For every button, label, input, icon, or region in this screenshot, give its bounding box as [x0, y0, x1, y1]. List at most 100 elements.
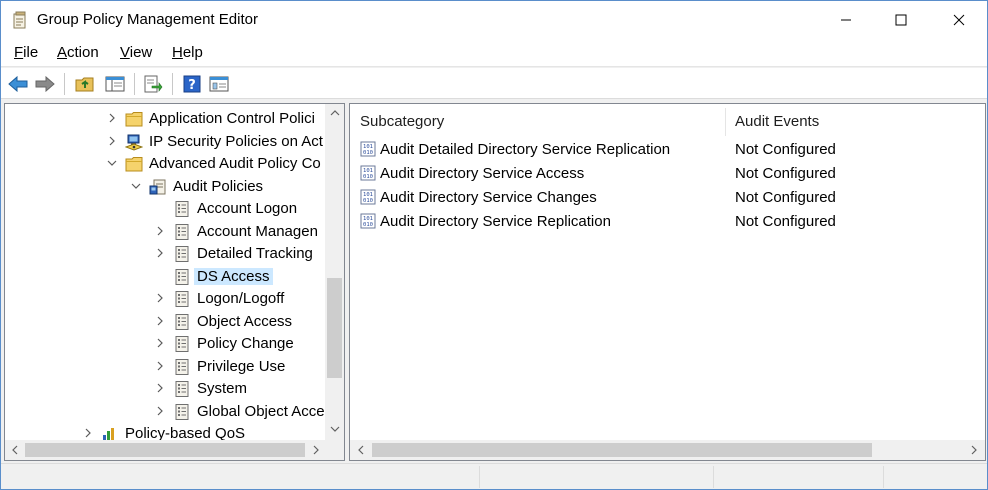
audit-events-value: Not Configured	[735, 165, 836, 182]
chevron-right-icon[interactable]	[153, 291, 167, 305]
minimize-button[interactable]	[823, 1, 869, 39]
help-button[interactable]: ?	[181, 73, 203, 95]
tree-vertical-scroll-thumb[interactable]	[327, 278, 342, 378]
toolbar-separator	[172, 73, 173, 95]
column-header-subcategory[interactable]: Subcategory	[360, 113, 444, 130]
tree-item-label: System	[197, 380, 248, 397]
tree-item[interactable]: Application Control Polici	[5, 108, 325, 130]
maximize-icon	[895, 14, 907, 26]
toolbar-separator	[64, 73, 65, 95]
policy-icon	[173, 313, 191, 331]
tree-item[interactable]: Privilege Use	[5, 356, 325, 378]
tree-item[interactable]: Advanced Audit Policy Co	[5, 153, 325, 175]
status-cell	[883, 466, 987, 488]
list-item[interactable]: 101 010 Audit Directory Service Replicatio…	[350, 210, 985, 234]
tree-vertical-scrollbar[interactable]	[325, 104, 344, 440]
chevron-up-icon	[330, 110, 340, 116]
menu-view[interactable]: View	[120, 44, 152, 61]
tree-item-label: Logon/Logoff	[197, 290, 285, 307]
scroll-right-button[interactable]	[965, 441, 983, 459]
tree-item[interactable]: Detailed Tracking	[5, 243, 325, 265]
subcategory-name: Audit Detailed Directory Service Replica…	[380, 141, 671, 158]
column-header-audit-events[interactable]: Audit Events	[735, 113, 819, 130]
tree-item[interactable]: Account Logon	[5, 198, 325, 220]
tree-item[interactable]: IP Security Policies on Act	[5, 131, 325, 153]
chevron-down-icon[interactable]	[129, 179, 143, 193]
tree-item[interactable]: Global Object Acce	[5, 401, 325, 423]
folder-icon	[125, 110, 143, 128]
folder-up-icon	[75, 77, 94, 92]
tree-item[interactable]: Policy Change	[5, 333, 325, 355]
title-bar[interactable]: Group Policy Management Editor	[1, 1, 987, 39]
chevron-right-icon[interactable]	[153, 381, 167, 395]
status-cell	[479, 466, 713, 488]
ip-security-icon	[124, 133, 144, 151]
list-horizontal-scroll-thumb[interactable]	[372, 443, 872, 457]
tree-item[interactable]: Logon/Logoff	[5, 288, 325, 310]
menu-help[interactable]: Help	[172, 44, 203, 61]
column-divider[interactable]	[725, 108, 726, 136]
list-item[interactable]: 101 010 Audit Directory Service Access Not …	[350, 162, 985, 186]
tree-horizontal-scrollbar[interactable]	[5, 440, 344, 460]
policy-icon	[173, 335, 191, 353]
details-pane[interactable]: Subcategory Audit Events 101 010 Audit Det…	[349, 103, 986, 461]
policy-icon	[173, 223, 191, 241]
scroll-up-button[interactable]	[326, 104, 344, 122]
up-level-button[interactable]	[74, 73, 96, 95]
chevron-down-icon[interactable]	[105, 156, 119, 170]
svg-text:010: 010	[363, 222, 373, 228]
tree-item-label: Application Control Polici	[149, 110, 315, 127]
policy-icon	[173, 290, 191, 308]
scroll-left-button[interactable]	[6, 441, 24, 459]
audit-setting-icon: 101 010	[360, 165, 376, 181]
tree-item-label: Account Logon	[197, 200, 298, 217]
toolbar-separator	[134, 73, 135, 95]
chevron-right-icon[interactable]	[153, 314, 167, 328]
tree-item[interactable]: Object Access	[5, 311, 325, 333]
tree-item[interactable]: Audit Policies	[5, 176, 325, 198]
chevron-right-icon[interactable]	[105, 111, 119, 125]
list-item[interactable]: 101 010 Audit Directory Service Changes Not…	[350, 186, 985, 210]
tree-item[interactable]: System	[5, 378, 325, 400]
policy-icon	[173, 403, 191, 421]
show-hide-console-tree-button[interactable]	[104, 73, 126, 95]
list-horizontal-scrollbar[interactable]	[350, 440, 985, 460]
chevron-right-icon	[313, 445, 319, 455]
chevron-right-icon[interactable]	[153, 224, 167, 238]
audit-setting-icon: 101 010	[360, 213, 376, 229]
forward-button[interactable]	[34, 73, 56, 95]
chevron-right-icon[interactable]	[153, 404, 167, 418]
properties-button[interactable]	[208, 73, 230, 95]
chevron-right-icon[interactable]	[153, 336, 167, 350]
console-tree-pane[interactable]: Application Control Polici IP Security Po…	[4, 103, 345, 461]
close-button[interactable]	[936, 1, 982, 39]
properties-icon	[209, 76, 229, 92]
minimize-icon	[841, 19, 851, 21]
export-list-icon	[144, 75, 163, 93]
tree-item-label: Detailed Tracking	[197, 245, 313, 262]
policy-icon	[173, 245, 191, 263]
scroll-left-button[interactable]	[352, 441, 370, 459]
audit-events-value: Not Configured	[735, 189, 836, 206]
chevron-right-icon[interactable]	[153, 359, 167, 373]
menu-view-accelerator: V	[120, 44, 130, 61]
chevron-right-icon[interactable]	[81, 426, 95, 440]
chevron-left-icon	[358, 445, 364, 455]
menu-file[interactable]: File	[14, 44, 38, 61]
back-button[interactable]	[7, 73, 29, 95]
export-list-button[interactable]	[142, 73, 164, 95]
tree-item-label: Global Object Acce	[197, 402, 325, 420]
chevron-right-icon[interactable]	[105, 134, 119, 148]
tree-horizontal-scroll-thumb[interactable]	[25, 443, 305, 457]
menu-action[interactable]: Action	[57, 44, 99, 61]
tree-item[interactable]: DS Access	[5, 266, 325, 288]
tree-item[interactable]: Account Managen	[5, 221, 325, 243]
menu-file-label: ile	[23, 44, 39, 61]
maximize-button[interactable]	[878, 1, 924, 39]
chevron-right-icon[interactable]	[153, 246, 167, 260]
tree-item-label: Audit Policies	[173, 177, 264, 195]
svg-text:?: ?	[188, 78, 196, 93]
scroll-down-button[interactable]	[326, 420, 344, 438]
scroll-right-button[interactable]	[307, 441, 325, 459]
list-item[interactable]: 101 010 Audit Detailed Directory Service R…	[350, 138, 985, 162]
